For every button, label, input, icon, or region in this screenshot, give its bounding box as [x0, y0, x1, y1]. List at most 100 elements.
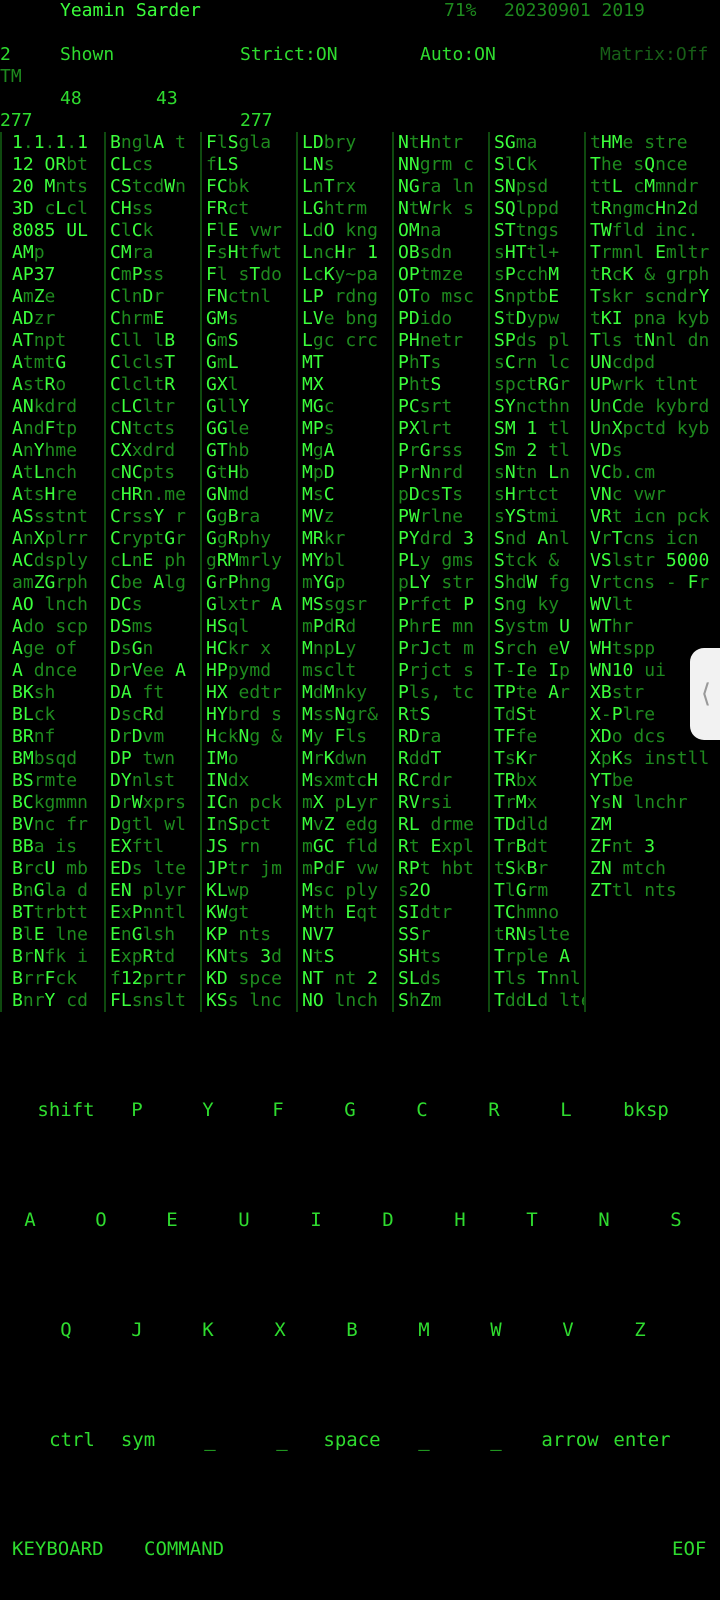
app-entry[interactable]: VDs [584, 440, 720, 462]
app-entry[interactable]: GNmd [200, 484, 296, 506]
app-entry[interactable]: CXxdrd [104, 440, 200, 462]
app-entry[interactable]: DrVee A [104, 660, 200, 682]
app-entry[interactable]: pDcsTs [392, 484, 488, 506]
app-entry[interactable]: AP37 [0, 264, 104, 286]
app-entry[interactable]: Stck & [488, 550, 584, 572]
app-entry[interactable]: TPte Ar [488, 682, 584, 704]
app-entry[interactable]: TlGrm [488, 880, 584, 902]
key-l[interactable]: L [560, 1090, 571, 1130]
app-entry[interactable]: OBsdn [392, 242, 488, 264]
app-entry[interactable]: mX pLyr [296, 792, 392, 814]
app-entry[interactable]: ADzr [0, 308, 104, 330]
key-underscore[interactable]: _ [276, 1420, 287, 1460]
app-entry[interactable]: TChmno [488, 902, 584, 924]
app-entry[interactable]: Srch eV [488, 638, 584, 660]
app-entry[interactable]: sHTtl+ [488, 242, 584, 264]
app-entry[interactable]: MT [296, 352, 392, 374]
app-entry[interactable]: BLck [0, 704, 104, 726]
auto-toggle[interactable]: Auto:ON [420, 44, 496, 66]
app-entry[interactable]: PXlrt [392, 418, 488, 440]
app-entry[interactable]: VSlstr 5000 [584, 550, 720, 572]
app-entry[interactable]: DrWxprs [104, 792, 200, 814]
app-entry[interactable]: fLS [200, 154, 296, 176]
key-shift[interactable]: shift [37, 1090, 94, 1130]
app-entry[interactable]: ATnpt [0, 330, 104, 352]
app-entry[interactable]: CStcdWn [104, 176, 200, 198]
app-entry[interactable]: MrKdwn [296, 748, 392, 770]
app-entry[interactable]: DYnlst [104, 770, 200, 792]
app-entry[interactable]: MYbl [296, 550, 392, 572]
app-entry[interactable]: SNpsd [488, 176, 584, 198]
key-w[interactable]: W [490, 1310, 501, 1350]
app-entry[interactable]: Tls Tnnl [488, 968, 584, 990]
app-entry[interactable]: TrMx [488, 792, 584, 814]
app-entry[interactable]: MvZ edg [296, 814, 392, 836]
app-entry[interactable]: RVrsi [392, 792, 488, 814]
app-entry[interactable]: s2O [392, 880, 488, 902]
app-entry[interactable]: Prfct P [392, 594, 488, 616]
app-entry[interactable]: LP rdng [296, 286, 392, 308]
app-entry[interactable]: FsHtfwt [200, 242, 296, 264]
key-bksp[interactable]: bksp [623, 1090, 669, 1130]
key-enter[interactable]: enter [613, 1420, 670, 1460]
app-entry[interactable]: CLcs [104, 154, 200, 176]
eof-button[interactable]: EOF [672, 1536, 706, 1562]
app-entry[interactable]: ttL cMmndr [584, 176, 720, 198]
app-entry[interactable]: RCrdr [392, 770, 488, 792]
key-arrow[interactable]: arrow [541, 1420, 598, 1460]
app-entry[interactable]: ZM [584, 814, 720, 836]
app-entry[interactable]: MRkr [296, 528, 392, 550]
app-entry[interactable]: LncHr 1 [296, 242, 392, 264]
app-entry[interactable]: Trmnl Emltr [584, 242, 720, 264]
app-entry[interactable]: NNgrm c [392, 154, 488, 176]
key-o[interactable]: O [95, 1200, 106, 1240]
app-entry[interactable]: BrrFck [0, 968, 104, 990]
app-entry[interactable]: Glxtr A [200, 594, 296, 616]
app-entry[interactable]: SM 1 tl [488, 418, 584, 440]
app-entry[interactable]: cHRn.me [104, 484, 200, 506]
app-entry[interactable]: LdO kng [296, 220, 392, 242]
key-underscore[interactable]: _ [418, 1420, 429, 1460]
app-entry[interactable]: Age of [0, 638, 104, 660]
key-p[interactable]: P [131, 1090, 142, 1130]
key-s[interactable]: S [670, 1200, 681, 1240]
app-entry[interactable]: KLwp [200, 880, 296, 902]
app-entry[interactable]: UPwrk tlnt [584, 374, 720, 396]
app-entry[interactable]: MVz [296, 506, 392, 528]
app-entry[interactable]: FlE vwr [200, 220, 296, 242]
app-entry[interactable]: spctRGr [488, 374, 584, 396]
app-entry[interactable]: PhTs [392, 352, 488, 374]
app-entry[interactable]: AnYhme [0, 440, 104, 462]
app-entry[interactable]: amZGrph [0, 572, 104, 594]
app-entry[interactable]: EN plyr [104, 880, 200, 902]
app-entry[interactable]: OPtmze [392, 264, 488, 286]
app-entry[interactable]: WThr [584, 616, 720, 638]
key-n[interactable]: N [598, 1200, 609, 1240]
app-entry[interactable]: tRcK & grph [584, 264, 720, 286]
app-entry[interactable]: ZTtl nts [584, 880, 720, 902]
app-entry[interactable]: InSpct [200, 814, 296, 836]
app-entry[interactable]: GmS [200, 330, 296, 352]
app-entry[interactable]: The sQnce [584, 154, 720, 176]
command-mode-button[interactable]: COMMAND [144, 1536, 224, 1562]
app-entry[interactable]: msclt [296, 660, 392, 682]
app-entry[interactable]: VRt icn pck [584, 506, 720, 528]
app-entry[interactable]: TrBdt [488, 836, 584, 858]
app-entry[interactable]: HCkr x [200, 638, 296, 660]
app-entry[interactable]: mGC fld [296, 836, 392, 858]
app-entry[interactable]: ExPnntl [104, 902, 200, 924]
app-entry[interactable]: SSr [392, 924, 488, 946]
app-entry[interactable]: CHss [104, 198, 200, 220]
app-entry[interactable]: PCsrt [392, 396, 488, 418]
app-entry[interactable]: YTbe [584, 770, 720, 792]
app-entry[interactable]: TDdld [488, 814, 584, 836]
app-entry[interactable]: DscRd [104, 704, 200, 726]
key-j[interactable]: J [131, 1310, 142, 1350]
app-entry[interactable]: UnXpctd kyb [584, 418, 720, 440]
app-entry[interactable]: BTtrbtt [0, 902, 104, 924]
app-entry[interactable]: FNctnl [200, 286, 296, 308]
key-r[interactable]: R [488, 1090, 499, 1130]
key-t[interactable]: T [526, 1200, 537, 1240]
app-entry[interactable]: LNs [296, 154, 392, 176]
key-u[interactable]: U [238, 1200, 249, 1240]
